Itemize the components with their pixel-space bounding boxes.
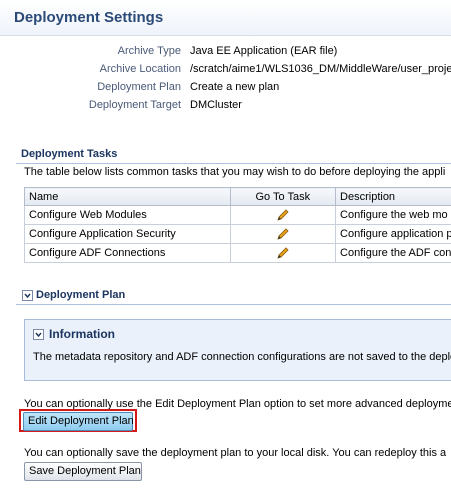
- task-name: Configure ADF Connections: [24, 243, 231, 263]
- archive-location-value: /scratch/aime1/WLS1036_DM/MiddleWare/use…: [190, 63, 451, 75]
- pencil-icon[interactable]: [276, 227, 290, 241]
- table-row: Configure Web Modules Configure the web …: [24, 205, 451, 225]
- deployment-tasks-table: Name Go To Task Description Configure We…: [24, 187, 451, 263]
- column-header-name[interactable]: Name: [24, 187, 231, 206]
- edit-deployment-plan-button[interactable]: Edit Deployment Plan: [23, 412, 134, 431]
- deployment-target-value: DMCluster: [190, 99, 242, 111]
- go-to-task-cell: [229, 243, 337, 263]
- information-message: The metadata repository and ADF connecti…: [33, 351, 451, 363]
- deployment-plan-header[interactable]: Deployment Plan: [16, 288, 451, 305]
- archive-type-label: Archive Type: [117, 45, 181, 57]
- page-title: Deployment Settings: [14, 9, 164, 26]
- title-divider: [0, 35, 451, 36]
- archive-location-label: Archive Location: [99, 63, 181, 75]
- info-collapse-icon[interactable]: [33, 329, 44, 340]
- column-header-description[interactable]: Description: [335, 187, 451, 206]
- archive-type-value: Java EE Application (EAR file): [190, 45, 338, 57]
- task-description: Configure the web mo: [335, 205, 451, 225]
- task-description: Configure the ADF con: [335, 243, 451, 263]
- information-title: Information: [49, 327, 115, 341]
- table-row: Configure ADF Connections Configure the …: [24, 243, 451, 263]
- table-header-row: Name Go To Task Description: [24, 187, 451, 206]
- task-name: Configure Web Modules: [24, 205, 231, 225]
- column-header-go-to-task[interactable]: Go To Task: [229, 187, 337, 206]
- table-row: Configure Application Security Configure…: [24, 224, 451, 244]
- deployment-plan-value: Create a new plan: [190, 81, 280, 93]
- save-deployment-plan-button[interactable]: Save Deployment Plan: [24, 462, 142, 481]
- deployment-tasks-header: Deployment Tasks: [16, 148, 451, 164]
- deployment-plan-title: Deployment Plan: [36, 289, 126, 301]
- page-header: Deployment Settings: [0, 0, 451, 36]
- collapse-icon[interactable]: [22, 290, 33, 301]
- deployment-tasks-description: The table below lists common tasks that …: [24, 166, 446, 178]
- task-description: Configure application p: [335, 224, 451, 244]
- go-to-task-cell: [229, 224, 337, 244]
- pencil-icon[interactable]: [276, 246, 290, 260]
- pencil-icon[interactable]: [276, 208, 290, 222]
- go-to-task-cell: [229, 205, 337, 225]
- task-name: Configure Application Security: [24, 224, 231, 244]
- deployment-tasks-title: Deployment Tasks: [21, 148, 118, 160]
- deployment-target-label: Deployment Target: [88, 99, 181, 111]
- information-box: Information The metadata repository and …: [24, 319, 451, 381]
- deployment-plan-label: Deployment Plan: [97, 81, 181, 93]
- save-plan-description: You can optionally save the deployment p…: [24, 447, 447, 459]
